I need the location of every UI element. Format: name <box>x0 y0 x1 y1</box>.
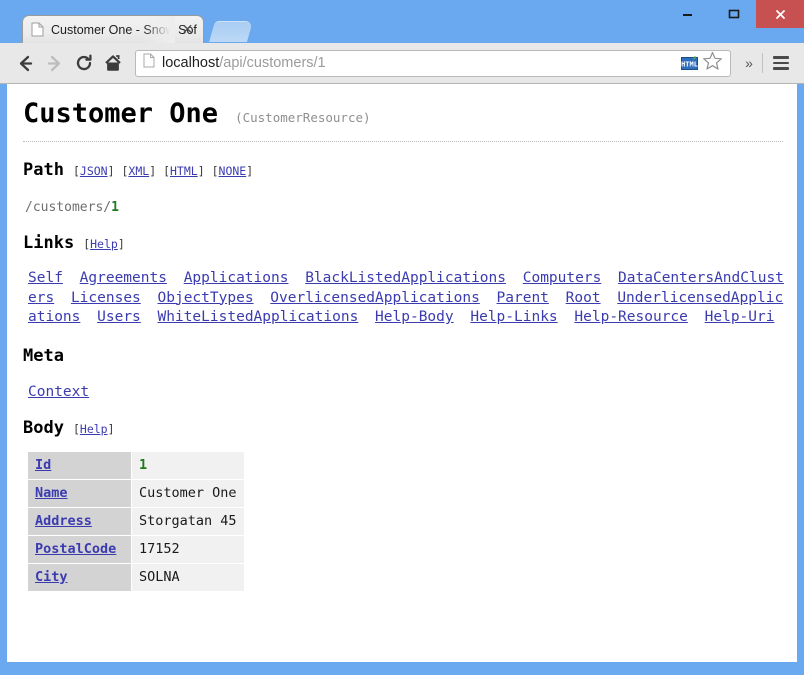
path-format-links: [JSON] [XML] [HTML] [NONE] <box>73 164 253 178</box>
table-cell-key: Address <box>28 507 131 535</box>
links-help-link[interactable]: Help <box>90 237 118 251</box>
meta-section: Meta Context <box>23 346 781 400</box>
hamburger-line <box>773 56 789 59</box>
body-help-link[interactable]: Help <box>80 422 108 436</box>
resource-link-help-links[interactable]: Help-Links <box>470 309 557 325</box>
page-viewport: Customer One (CustomerResource) Path [JS… <box>7 84 797 662</box>
property-link-address[interactable]: Address <box>35 513 92 529</box>
resource-link-overlicensedapplications[interactable]: OverlicensedApplications <box>270 290 480 306</box>
resource-link-parent[interactable]: Parent <box>497 290 549 306</box>
menu-button[interactable] <box>766 49 796 77</box>
resource-link-help-body[interactable]: Help-Body <box>375 309 454 325</box>
html-validator-icon[interactable]: HTML <box>681 55 698 71</box>
property-link-name[interactable]: Name <box>35 485 68 501</box>
resource-link-objecttypes[interactable]: ObjectTypes <box>158 290 254 306</box>
path-format-link-xml[interactable]: XML <box>128 164 149 178</box>
table-cell-key: City <box>28 563 131 591</box>
table-cell-key: Id <box>28 451 131 479</box>
property-link-id[interactable]: Id <box>35 457 51 473</box>
property-link-postalcode[interactable]: PostalCode <box>35 541 116 557</box>
path-value-id: 1 <box>111 200 119 215</box>
resource-link-blacklistedapplications[interactable]: BlackListedApplications <box>305 270 506 286</box>
table-cell-value: Storgatan 45 <box>132 507 244 535</box>
table-cell-value: 17152 <box>132 535 244 563</box>
table-cell-key: PostalCode <box>28 535 131 563</box>
new-tab-button[interactable] <box>208 21 254 42</box>
table-row: Address Storgatan 45 <box>28 507 244 535</box>
browser-window: Customer One - Snow Sof ✕ localhost/api/… <box>0 0 804 675</box>
back-button[interactable] <box>11 49 40 78</box>
links-help-wrap: [Help] <box>83 237 125 251</box>
overflow-chevron-icon[interactable]: » <box>739 49 759 77</box>
resource-link-agreements[interactable]: Agreements <box>80 270 167 286</box>
resource-link-self[interactable]: Self <box>28 270 63 286</box>
path-format-link-html[interactable]: HTML <box>170 164 198 178</box>
page-info-icon <box>143 53 155 73</box>
body-section: Body [Help] Id 1 Name Customer One Address St… <box>23 418 781 592</box>
path-heading-row: Path [JSON] [XML] [HTML] [NONE] <box>23 160 781 180</box>
meta-heading: Meta <box>23 345 64 366</box>
tab-strip: Customer One - Snow Sof ✕ <box>0 0 804 43</box>
hamburger-line <box>773 61 789 65</box>
property-link-city[interactable]: City <box>35 569 68 585</box>
path-value-prefix: /customers/ <box>25 200 112 215</box>
resource-link-whitelistedapplications[interactable]: WhiteListedApplications <box>158 309 359 325</box>
body-heading-row: Body [Help] <box>23 418 781 438</box>
resource-link-applications[interactable]: Applications <box>184 270 289 286</box>
table-cell-value: 1 <box>132 451 244 479</box>
resource-link-help-uri[interactable]: Help-Uri <box>705 309 775 325</box>
table-row: Id 1 <box>28 451 244 479</box>
bookmark-star-icon[interactable] <box>702 51 723 76</box>
page-header: Customer One (CustomerResource) <box>23 98 781 129</box>
body-heading: Body <box>23 417 64 438</box>
url-text[interactable]: localhost/api/customers/1 <box>162 55 681 71</box>
path-format-link-none[interactable]: NONE <box>219 164 247 178</box>
path-format-xml: [XML] <box>121 164 157 178</box>
meta-link-context[interactable]: Context <box>28 384 89 400</box>
tab-favicon-icon <box>31 22 44 37</box>
home-button[interactable] <box>98 49 127 78</box>
path-format-link-json[interactable]: JSON <box>80 164 108 178</box>
toolbar-divider <box>762 53 763 73</box>
header-divider <box>23 141 783 142</box>
resource-link-computers[interactable]: Computers <box>523 270 602 286</box>
resource-link-users[interactable]: Users <box>97 309 141 325</box>
table-row: City SOLNA <box>28 563 244 591</box>
path-format-none: [NONE] <box>211 164 254 178</box>
page-subtitle: (CustomerResource) <box>235 110 371 125</box>
resource-link-licenses[interactable]: Licenses <box>71 290 141 306</box>
path-format-json: [JSON] <box>72 164 115 178</box>
forward-button[interactable] <box>40 49 69 78</box>
path-heading: Path <box>23 160 64 180</box>
url-path: /api/customers/1 <box>219 55 326 71</box>
links-heading: Links <box>23 233 75 253</box>
table-cell-value: Customer One <box>132 479 244 507</box>
links-list: Self Agreements Applications BlackListed… <box>28 269 790 328</box>
path-format-html: [HTML] <box>163 164 205 178</box>
links-section: Links [Help] Self Agreements Application… <box>23 233 784 328</box>
body-help-wrap: [Help] <box>72 421 115 436</box>
address-bar[interactable]: localhost/api/customers/1 HTML <box>135 49 731 77</box>
meta-heading-row: Meta <box>23 346 781 366</box>
svg-text:HTML: HTML <box>681 61 698 69</box>
table-cell-value: SOLNA <box>132 563 244 591</box>
url-host: localhost <box>162 55 220 71</box>
resource-link-root[interactable]: Root <box>566 290 601 306</box>
page-title: Customer One <box>23 98 219 129</box>
table-cell-key: Name <box>28 479 131 507</box>
meta-list: Context <box>28 384 781 400</box>
path-value: /customers/1 <box>25 200 781 215</box>
page-content: Customer One (CustomerResource) Path [JS… <box>7 84 797 592</box>
tab-customer-one[interactable]: Customer One - Snow Sof ✕ <box>22 15 204 43</box>
tab-close-icon[interactable]: ✕ <box>180 22 195 37</box>
body-table: Id 1 Name Customer One Address Storgatan 45 Po… <box>27 450 245 592</box>
resource-link-help-resource[interactable]: Help-Resource <box>574 309 688 325</box>
table-row: Name Customer One <box>28 479 244 507</box>
table-row: PostalCode 17152 <box>28 535 244 563</box>
browser-toolbar: localhost/api/customers/1 HTML » <box>0 43 804 84</box>
hamburger-line <box>773 67 789 70</box>
reload-button[interactable] <box>69 49 98 78</box>
path-section: Path [JSON] [XML] [HTML] [NONE] /custome… <box>23 160 781 215</box>
links-heading-row: Links [Help] <box>23 233 781 253</box>
